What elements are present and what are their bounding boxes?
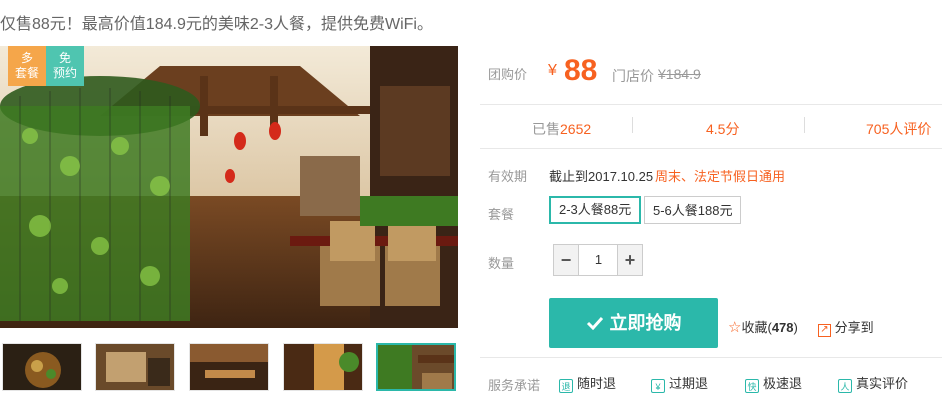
favorite-button[interactable]: ☆收藏(478) [728, 317, 798, 336]
review-number: 705 [866, 121, 890, 137]
thumbnail-3[interactable] [189, 343, 269, 391]
divider [480, 357, 942, 358]
group-price-label: 团购价 [488, 67, 528, 82]
quantity-label: 数量 [488, 256, 515, 271]
stat-separator [804, 117, 805, 133]
rating-suffix: 分 [725, 121, 740, 137]
share-icon: ↗ [818, 324, 831, 337]
validity-label: 有效期 [488, 169, 528, 184]
review-suffix: 人评价 [889, 121, 932, 137]
thumbnail-strip [0, 343, 460, 395]
rating-value: 4.5 [706, 121, 726, 137]
favorite-label: 收藏 [741, 320, 768, 335]
currency-symbol: ¥ [548, 62, 557, 79]
fast-refund-icon: 快 [745, 379, 759, 393]
deal-stats: 已售2652 4.5分 705人评价 [480, 105, 942, 149]
set-meal-badge: 多 套餐 [8, 46, 46, 86]
sold-number: 2652 [560, 121, 592, 137]
share-label: 分享到 [834, 320, 874, 335]
no-booking-badge: 免 预约 [46, 46, 84, 86]
stat-separator [632, 117, 633, 133]
refund-anytime-icon: 退 [559, 379, 573, 393]
package-option-2-3[interactable]: 2-3人餐88元 [549, 196, 642, 224]
quantity-decrease-button[interactable]: − [554, 245, 579, 275]
no-booking-badge-text: 免 预约 [52, 51, 77, 80]
buy-now-button[interactable]: 立即抢购 [549, 298, 718, 348]
real-review-icon: 人 [838, 379, 852, 393]
rating[interactable]: 4.5分 [706, 119, 739, 139]
service-fast-refund: 快极速退 [745, 373, 802, 393]
divider [480, 148, 942, 149]
service-item-label: 过期退 [669, 376, 709, 391]
validity-note: 周末、法定节假日通用 [655, 169, 786, 184]
service-real-review: 人真实评价 [838, 373, 908, 393]
thumbnail-5-active[interactable] [376, 343, 456, 391]
expired-refund-icon: ¥ [651, 379, 665, 393]
review-count[interactable]: 705人评价 [866, 119, 931, 139]
package-option-5-6[interactable]: 5-6人餐188元 [644, 196, 742, 224]
quantity-increase-button[interactable]: + [617, 245, 642, 275]
service-item-label: 真实评价 [856, 376, 909, 391]
thumbnail-4[interactable] [283, 343, 363, 391]
check-icon [586, 299, 604, 349]
service-label: 服务承诺 [488, 378, 541, 393]
main-photo: 多 套餐 免 预约 [0, 46, 458, 328]
deal-subtitle: 仅售88元！最高价值184.9元的美味2-3人餐，提供免费WiFi。 [0, 16, 433, 33]
quantity-stepper: − 1 + [553, 244, 643, 276]
price-row: 团购价 ¥ 88 门店价 ¥184.9 [488, 52, 942, 92]
store-price-label: 门店价 [612, 68, 654, 84]
thumbnail-2[interactable] [95, 343, 175, 391]
set-meal-badge-text: 多 套餐 [14, 51, 39, 80]
thumbnail-1[interactable] [2, 343, 82, 391]
quantity-input[interactable]: 1 [579, 245, 618, 275]
service-refund-anytime: 退随时退 [559, 373, 616, 393]
buy-now-label: 立即抢购 [609, 313, 682, 333]
sold-count: 已售2652 [532, 119, 591, 139]
store-price: ¥184.9 [658, 66, 701, 82]
service-item-label: 随时退 [577, 376, 617, 391]
sold-prefix: 已售 [532, 121, 560, 137]
validity-date: 截止到2017.10.25 [549, 169, 654, 184]
star-icon: ☆ [728, 319, 742, 336]
group-price: 88 [564, 54, 598, 87]
service-item-label: 极速退 [763, 376, 803, 391]
package-label: 套餐 [488, 207, 515, 222]
share-button[interactable]: ↗ 分享到 [818, 317, 874, 337]
favorite-count: 478 [771, 320, 794, 335]
service-expired-refund: ¥ 过期退 [651, 373, 708, 393]
